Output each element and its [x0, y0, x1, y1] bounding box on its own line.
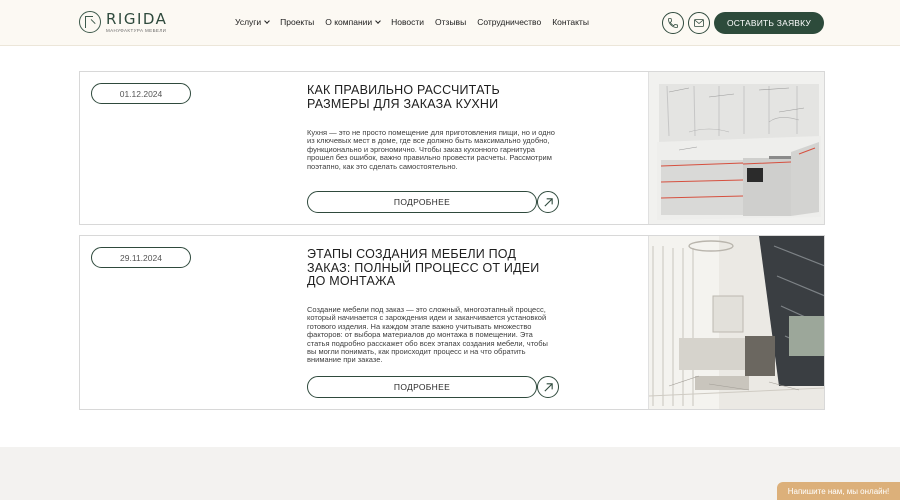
- open-article-button[interactable]: [537, 376, 559, 398]
- mail-button[interactable]: [688, 12, 710, 34]
- phone-icon: [668, 18, 678, 28]
- nav-item-about[interactable]: О компании: [325, 17, 381, 27]
- kitchen-sketch-image: [649, 72, 824, 224]
- chat-widget-button[interactable]: Напишите нам, мы онлайн!: [777, 482, 900, 500]
- arrow-up-right-icon: [543, 382, 553, 392]
- article-image-living-room[interactable]: [648, 236, 824, 409]
- read-more-button[interactable]: ПОДРОБНЕЕ: [307, 376, 537, 398]
- logo[interactable]: RIGIDA МАНУФАКТУРА МЕБЕЛИ: [79, 11, 167, 33]
- article-excerpt: Кухня — это не просто помещение для приг…: [307, 128, 555, 171]
- nav-item-reviews[interactable]: Отзывы: [435, 17, 466, 27]
- nav-item-cooperation[interactable]: Сотрудничество: [477, 17, 541, 27]
- logo-text: RIGIDA МАНУФАКТУРА МЕБЕЛИ: [106, 11, 167, 33]
- article-image-kitchen[interactable]: [648, 72, 824, 224]
- article-title[interactable]: КАК ПРАВИЛЬНО РАССЧИТАТЬ РАЗМЕРЫ ДЛЯ ЗАК…: [307, 83, 547, 111]
- nav-item-news[interactable]: Новости: [391, 17, 424, 27]
- logo-title: RIGIDA: [106, 10, 168, 28]
- arrow-up-right-icon: [543, 197, 553, 207]
- article-card: 29.11.2024 ЭТАПЫ СОЗДАНИЯ МЕБЕЛИ ПОД ЗАК…: [79, 235, 825, 410]
- nav-item-label: Проекты: [280, 17, 315, 27]
- footer: [0, 447, 900, 500]
- logo-subtitle: МАНУФАКТУРА МЕБЕЛИ: [106, 28, 167, 33]
- nav-item-label: Услуги: [235, 17, 262, 27]
- article-title[interactable]: ЭТАПЫ СОЗДАНИЯ МЕБЕЛИ ПОД ЗАКАЗ: ПОЛНЫЙ …: [307, 247, 547, 289]
- site-header: RIGIDA МАНУФАКТУРА МЕБЕЛИ Услуги Проекты…: [0, 0, 900, 46]
- article-excerpt: Создание мебели под заказ — это сложный,…: [307, 305, 548, 365]
- living-room-image: [649, 236, 824, 409]
- logo-mark-icon: [79, 11, 101, 33]
- article-card: 01.12.2024 КАК ПРАВИЛЬНО РАССЧИТАТЬ РАЗМ…: [79, 71, 825, 225]
- chevron-down-icon: [375, 18, 381, 24]
- nav-item-projects[interactable]: Проекты: [280, 17, 314, 27]
- nav-item-contacts[interactable]: Контакты: [552, 17, 589, 27]
- chevron-down-icon: [264, 18, 270, 24]
- mail-icon: [694, 19, 704, 27]
- nav-item-label: Отзывы: [435, 17, 467, 27]
- nav-item-services[interactable]: Услуги: [235, 17, 270, 27]
- nav-item-label: Сотрудничество: [477, 17, 542, 27]
- nav-item-label: Новости: [391, 17, 425, 27]
- article-date: 29.11.2024: [91, 247, 191, 268]
- open-article-button[interactable]: [537, 191, 559, 213]
- nav-item-label: Контакты: [552, 17, 589, 27]
- nav-item-label: О компании: [325, 17, 373, 27]
- read-more-button[interactable]: ПОДРОБНЕЕ: [307, 191, 537, 213]
- main-nav: Услуги Проекты О компании Новости Отзывы…: [235, 17, 589, 27]
- submit-request-button[interactable]: ОСТАВИТЬ ЗАЯВКУ: [714, 12, 824, 34]
- phone-button[interactable]: [662, 12, 684, 34]
- article-date: 01.12.2024: [91, 83, 191, 104]
